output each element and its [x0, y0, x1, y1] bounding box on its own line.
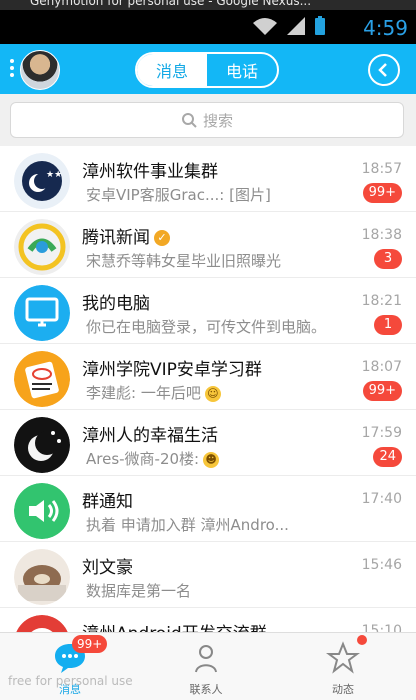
status-bar: 4:59: [0, 10, 416, 44]
verified-icon: ✓: [154, 230, 170, 246]
search-input[interactable]: 搜索: [10, 102, 404, 138]
conversation-time: 18:57: [361, 161, 402, 177]
emulator-title: Genymotion for personal use - Google Nex…: [30, 0, 312, 8]
conversation-list: ★★ 漳州软件事业集群 安卓VIP客服Grac...: [图片] 18:57 9…: [0, 146, 416, 632]
conversation-time: 18:21: [361, 293, 402, 309]
wifi-icon: [253, 18, 277, 35]
conversation-preview: 数据库是第一名: [86, 582, 192, 600]
unread-badge: 3: [374, 249, 402, 269]
status-time: 4:59: [363, 16, 408, 40]
conversation-time: 15:10: [361, 623, 402, 632]
bottom-tab-dynamic[interactable]: 动态: [293, 641, 393, 697]
computer-avatar: [14, 285, 70, 341]
smile-emoji-icon: ☺: [204, 385, 221, 402]
tab-phone[interactable]: 电话: [207, 54, 277, 86]
unread-badge: 1: [374, 315, 402, 335]
user-avatar[interactable]: [20, 50, 60, 90]
tab-label: 动态: [332, 683, 354, 696]
conversation-preview: 安卓VIP客服Grac...: [图片]: [86, 186, 271, 204]
conversation-title-text: 腾讯新闻: [82, 228, 150, 248]
conversation-preview: 你已在电脑登录，可传文件到电脑。: [86, 318, 327, 336]
community-avatar: [14, 417, 70, 473]
monitor-icon: [14, 285, 70, 341]
news-avatar: [14, 219, 70, 275]
battery-icon: [315, 16, 325, 35]
speaker-icon: [14, 483, 70, 539]
star-icon: [326, 641, 360, 674]
conversation-preview-text: Ares-微商-20楼:: [86, 450, 200, 468]
tab-messages[interactable]: 消息: [137, 54, 207, 86]
unread-badge: 99+: [362, 183, 402, 203]
menu-dots-icon[interactable]: [10, 59, 14, 79]
list-item[interactable]: 漳州Android开发交流群 15:10: [0, 608, 416, 632]
list-item[interactable]: 刘文豪 数据库是第一名 15:46: [0, 542, 416, 608]
app-header: 消息 电话: [0, 44, 416, 139]
svg-text:★★: ★★: [46, 170, 62, 180]
conversation-title: 漳州Android开发交流群: [82, 619, 267, 632]
conversation-title: 漳州软件事业集群: [82, 162, 218, 182]
notepad-avatar-icon: [14, 351, 70, 407]
notice-avatar: [14, 483, 70, 539]
signal-icon: [287, 17, 305, 35]
list-item[interactable]: 群通知 执着 申请加入群 漳州Andro... 17:40: [0, 476, 416, 542]
conversation-title: 群通知: [82, 492, 133, 512]
conversation-preview-text: 李建彪: 一年后吧: [86, 384, 201, 402]
group-avatar-icon: [16, 615, 68, 632]
conversation-title: 漳州学院VIP安卓学习群: [82, 360, 262, 380]
news-icon: [14, 219, 70, 275]
list-item[interactable]: 腾讯新闻 ✓ 宋慧乔等韩女星毕业旧照曝光 18:38 3: [0, 212, 416, 278]
unread-badge: 24: [373, 447, 402, 467]
list-item[interactable]: 我的电脑 你已在电脑登录，可传文件到电脑。 18:21 1: [0, 278, 416, 344]
emulator-title-strip: Genymotion for personal use - Google Nex…: [0, 0, 416, 10]
header-tabs: 消息 电话: [135, 52, 279, 88]
conversation-preview: Ares-微商-20楼: ☻: [86, 448, 220, 469]
conversation-preview: 执着 申请加入群 漳州Andro...: [86, 516, 289, 534]
conversation-title: 腾讯新闻 ✓: [82, 223, 170, 248]
bottom-unread-badge: 99+: [72, 635, 108, 653]
watermark-text: free for personal use: [8, 674, 133, 688]
bottom-tab-contacts[interactable]: 联系人: [156, 641, 256, 697]
conversation-time: 15:46: [361, 557, 402, 573]
search-placeholder: 搜索: [202, 111, 233, 130]
moon-night-avatar-icon: [14, 417, 70, 473]
coffee-avatar-icon: [14, 549, 70, 605]
group-avatar: ★★: [14, 153, 70, 209]
conversation-title: 刘文豪: [82, 558, 133, 578]
search-area: 搜索: [0, 94, 416, 150]
list-item[interactable]: 漳州学院VIP安卓学习群 李建彪: 一年后吧 ☺ 18:07 99+: [0, 344, 416, 410]
search-icon: [181, 113, 197, 128]
bottom-tab-bar: 消息 99+ 联系人 动态: [0, 632, 416, 700]
back-button[interactable]: [368, 54, 400, 86]
conversation-time: 17:59: [361, 425, 402, 441]
list-item[interactable]: 漳州人的幸福生活 Ares-微商-20楼: ☻ 17:59 24: [0, 410, 416, 476]
conversation-time: 17:40: [361, 491, 402, 507]
unread-badge: 99+: [362, 381, 402, 401]
contact-avatar: [14, 549, 70, 605]
grin-emoji-icon: ☻: [203, 451, 220, 468]
conversation-time: 18:38: [361, 227, 402, 243]
tab-label: 联系人: [189, 683, 223, 696]
contacts-icon: [195, 645, 217, 673]
chevron-left-icon: [378, 63, 387, 77]
study-group-avatar: [14, 351, 70, 407]
moon-stars-avatar-icon: ★★: [14, 153, 70, 209]
conversation-title: 漳州人的幸福生活: [82, 426, 218, 446]
notification-dot: [357, 635, 367, 645]
conversation-title: 我的电脑: [82, 294, 150, 314]
conversation-preview: 宋慧乔等韩女星毕业旧照曝光: [86, 252, 282, 270]
conversation-time: 18:07: [361, 359, 402, 375]
list-item[interactable]: ★★ 漳州软件事业集群 安卓VIP客服Grac...: [图片] 18:57 9…: [0, 146, 416, 212]
dev-group-avatar: [14, 615, 70, 632]
conversation-preview: 李建彪: 一年后吧 ☺: [86, 382, 221, 403]
